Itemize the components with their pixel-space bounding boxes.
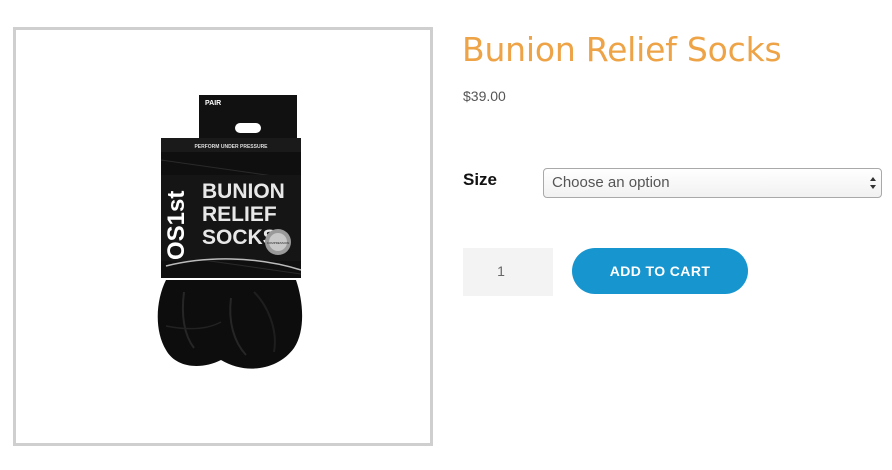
package-body: PERFORM UNDER PRESSURE OS1st BUNION RELI… [160,138,302,278]
product-image-frame[interactable]: PAIR PERFORM UNDER PRESSURE OS1st BUNION… [13,27,433,446]
package-name-line-2: RELIEF [202,203,277,226]
package-name-line-1: BUNION [202,180,285,203]
package-tagline: PERFORM UNDER PRESSURE [194,144,268,150]
package-hang-tag: PAIR [199,95,297,142]
package-brand: OS1st [163,191,190,260]
size-select[interactable]: Choose an option [543,168,882,198]
add-to-cart-button[interactable]: ADD TO CART [572,248,748,294]
product-title: Bunion Relief Socks [462,30,782,69]
size-label: Size [463,170,498,189]
socks-graphic [157,280,303,369]
package-tag-text: PAIR [205,100,221,107]
quantity-input[interactable]: 1 [463,248,553,296]
product-price: $39.00 [463,88,506,104]
quantity-value: 1 [497,263,505,279]
product-image: PAIR PERFORM UNDER PRESSURE OS1st BUNION… [157,95,303,369]
select-arrows-icon [870,177,876,189]
size-select-value: Choose an option [552,174,670,191]
product-page: PAIR PERFORM UNDER PRESSURE OS1st BUNION… [0,0,892,470]
package-name-line-3: SOCKS [202,226,277,249]
compression-badge-text: COMPRESSION [267,241,290,245]
